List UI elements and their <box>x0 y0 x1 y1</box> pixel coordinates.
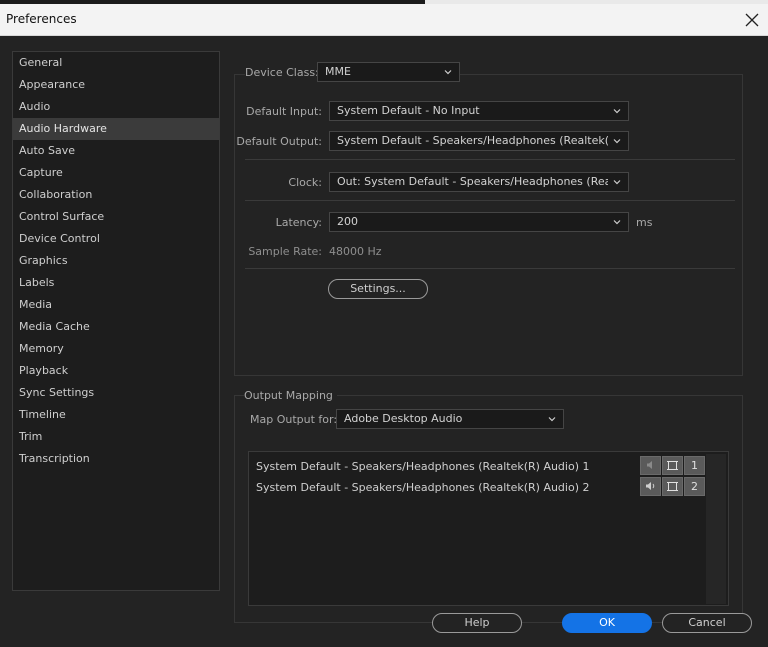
latency-value: 200 <box>337 215 358 228</box>
divider <box>245 200 735 201</box>
sidebar-item-transcription[interactable]: Transcription <box>13 448 219 470</box>
device-class-label: Device Class: <box>245 66 323 79</box>
list-item[interactable]: System Default - Speakers/Headphones (Re… <box>256 481 590 494</box>
device-class-dropdown[interactable]: MME <box>317 62 460 82</box>
default-input-dropdown[interactable]: System Default - No Input <box>329 101 629 121</box>
channel-control-column <box>706 454 726 604</box>
frame-icon[interactable] <box>662 456 683 475</box>
latency-dropdown[interactable]: 200 <box>329 212 629 232</box>
clock-dropdown[interactable]: Out: System Default - Speakers/Headphone… <box>329 172 629 192</box>
channel-number[interactable]: 1 <box>684 456 705 475</box>
close-icon[interactable] <box>740 8 764 32</box>
sidebar-item-sync-settings[interactable]: Sync Settings <box>13 382 219 404</box>
sidebar-item-timeline[interactable]: Timeline <box>13 404 219 426</box>
map-output-for-value: Adobe Desktop Audio <box>344 412 463 425</box>
sidebar-item-playback[interactable]: Playback <box>13 360 219 382</box>
chevron-down-icon <box>613 109 621 114</box>
category-list: General Appearance Audio Audio Hardware … <box>12 51 220 591</box>
divider <box>245 159 735 160</box>
sidebar-item-control-surface[interactable]: Control Surface <box>13 206 219 228</box>
sidebar-item-memory[interactable]: Memory <box>13 338 219 360</box>
window-title: Preferences <box>6 12 77 26</box>
speaker-icon[interactable] <box>640 477 661 496</box>
sidebar-item-device-control[interactable]: Device Control <box>13 228 219 250</box>
sidebar-item-audio-hardware[interactable]: Audio Hardware <box>13 118 219 140</box>
sidebar-item-appearance[interactable]: Appearance <box>13 74 219 96</box>
sample-rate-label: Sample Rate: <box>248 245 322 258</box>
output-mapping-list: System Default - Speakers/Headphones (Re… <box>248 451 729 606</box>
sidebar-item-audio[interactable]: Audio <box>13 96 219 118</box>
latency-label: Latency: <box>275 216 322 229</box>
chevron-down-icon <box>613 180 621 185</box>
channel-number[interactable]: 2 <box>684 477 705 496</box>
ok-button[interactable]: OK <box>562 613 652 633</box>
device-class-value: MME <box>325 65 351 78</box>
default-output-value: System Default - Speakers/Headphones (Re… <box>337 134 608 147</box>
divider <box>245 268 735 269</box>
default-output-dropdown[interactable]: System Default - Speakers/Headphones (Re… <box>329 131 629 151</box>
sidebar-item-labels[interactable]: Labels <box>13 272 219 294</box>
title-bar: Preferences <box>0 4 768 36</box>
sidebar-item-general[interactable]: General <box>13 52 219 74</box>
chevron-down-icon <box>613 220 621 225</box>
sample-rate-value: 48000 Hz <box>329 245 382 258</box>
sidebar-item-trim[interactable]: Trim <box>13 426 219 448</box>
cancel-button[interactable]: Cancel <box>662 613 752 633</box>
default-output-label: Default Output: <box>236 135 322 148</box>
settings-button[interactable]: Settings... <box>328 279 428 299</box>
sidebar-item-capture[interactable]: Capture <box>13 162 219 184</box>
default-input-label: Default Input: <box>246 105 322 118</box>
chevron-down-icon <box>548 417 556 422</box>
help-button[interactable]: Help <box>432 613 522 633</box>
output-mapping-label: Output Mapping <box>244 389 337 402</box>
sidebar-item-media-cache[interactable]: Media Cache <box>13 316 219 338</box>
map-output-for-dropdown[interactable]: Adobe Desktop Audio <box>336 409 564 429</box>
sidebar-item-collaboration[interactable]: Collaboration <box>13 184 219 206</box>
default-input-value: System Default - No Input <box>337 104 480 117</box>
latency-unit: ms <box>636 216 653 229</box>
clock-value: Out: System Default - Speakers/Headphone… <box>337 175 608 188</box>
chevron-down-icon <box>444 70 452 75</box>
speaker-icon[interactable] <box>640 456 661 475</box>
preferences-content: General Appearance Audio Audio Hardware … <box>0 36 768 647</box>
clock-label: Clock: <box>288 176 322 189</box>
list-item[interactable]: System Default - Speakers/Headphones (Re… <box>256 460 590 473</box>
chevron-down-icon <box>613 139 621 144</box>
sidebar-item-media[interactable]: Media <box>13 294 219 316</box>
sidebar-item-graphics[interactable]: Graphics <box>13 250 219 272</box>
map-output-for-label: Map Output for: <box>250 413 338 426</box>
frame-icon[interactable] <box>662 477 683 496</box>
sidebar-item-auto-save[interactable]: Auto Save <box>13 140 219 162</box>
